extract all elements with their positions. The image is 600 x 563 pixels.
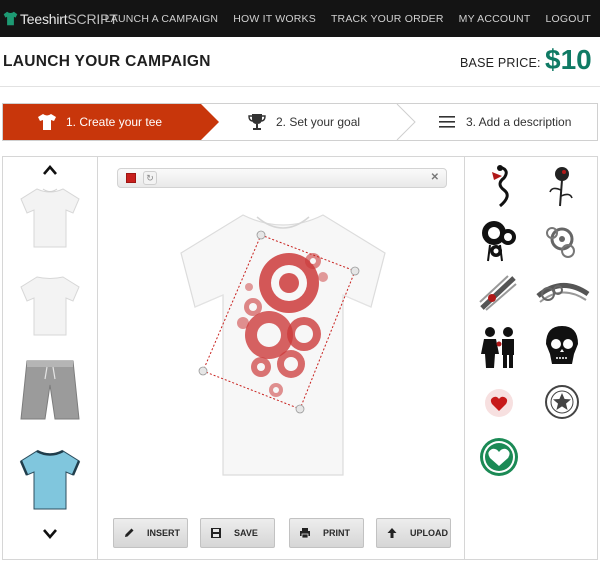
- step-create-tee[interactable]: 1. Create your tee: [3, 104, 221, 140]
- star-badge-icon: [545, 385, 579, 419]
- art-skull[interactable]: [532, 322, 590, 372]
- rotate-icon[interactable]: ↻: [143, 171, 157, 185]
- art-dragon[interactable]: [470, 162, 528, 212]
- wings-icon: [479, 275, 517, 311]
- color-picker-swatch[interactable]: [126, 173, 136, 183]
- top-navbar: TeeshirtSCRIPT LAUNCH A CAMPAIGN HOW IT …: [0, 0, 600, 37]
- save-button[interactable]: SAVE: [200, 518, 275, 548]
- campaign-steps: 1. Create your tee 2. Set your goal 3. A…: [2, 103, 598, 141]
- step-add-description[interactable]: 3. Add a description: [437, 104, 597, 140]
- step-label: 3. Add a description: [466, 115, 572, 129]
- resize-handle[interactable]: [256, 230, 266, 240]
- artwork-gallery: [466, 157, 597, 559]
- product-selector: [3, 157, 98, 559]
- art-circles[interactable]: [470, 215, 528, 265]
- resize-handle[interactable]: [350, 266, 360, 276]
- insert-label: INSERT: [147, 528, 181, 538]
- upload-button[interactable]: UPLOAD: [376, 518, 451, 548]
- designer-panel: ↻ ✕ INSERT SAVE PRINT UPLOAD: [2, 156, 598, 560]
- step-label: 1. Create your tee: [66, 115, 163, 129]
- floppy-icon: [211, 528, 221, 538]
- product-thumb-white-tee-front[interactable]: [17, 181, 83, 253]
- scroll-down-icon[interactable]: [41, 527, 59, 541]
- upload-arrow-icon: [387, 528, 397, 538]
- base-price-label: BASE PRICE:: [460, 56, 541, 70]
- heart-icon: [485, 389, 513, 417]
- print-label: PRINT: [323, 528, 350, 538]
- nav-launch-campaign[interactable]: LAUNCH A CAMPAIGN: [105, 13, 218, 25]
- title-bar: LAUNCH YOUR CAMPAIGN BASE PRICE: $10: [0, 37, 600, 87]
- trophy-icon: [248, 114, 266, 130]
- list-icon: [439, 116, 455, 128]
- rose-icon: [549, 167, 573, 207]
- close-icon[interactable]: ✕: [431, 172, 439, 183]
- scroll-up-icon[interactable]: [41, 163, 59, 177]
- resize-handle[interactable]: [198, 366, 208, 376]
- art-winged-circles[interactable]: [532, 268, 590, 318]
- base-price-value: $10: [545, 44, 592, 75]
- main-nav: LAUNCH A CAMPAIGN HOW IT WORKS TRACK YOU…: [90, 0, 591, 37]
- resize-handle[interactable]: [295, 404, 305, 414]
- art-green-heart[interactable]: [470, 432, 528, 482]
- tshirt-preview: [180, 214, 386, 476]
- green-heart-icon: [480, 438, 518, 476]
- art-star-badge[interactable]: [532, 377, 590, 427]
- page-title: LAUNCH YOUR CAMPAIGN: [3, 53, 211, 70]
- nav-how-it-works[interactable]: HOW IT WORKS: [233, 13, 316, 25]
- pencil-icon: [125, 528, 134, 537]
- upload-label: UPLOAD: [410, 528, 448, 538]
- product-thumb-grey-shorts[interactable]: [17, 355, 83, 427]
- step-set-goal[interactable]: 2. Set your goal: [247, 104, 397, 140]
- tshirt-logo-icon: [3, 11, 18, 26]
- circles-icon: [482, 221, 516, 262]
- step-separator: [396, 104, 416, 140]
- art-wings[interactable]: [470, 268, 528, 318]
- step-label: 2. Set your goal: [276, 115, 361, 129]
- nav-my-account[interactable]: MY ACCOUNT: [459, 13, 531, 25]
- design-canvas: ↻ ✕ INSERT SAVE PRINT UPLOAD: [99, 157, 465, 559]
- tshirt-icon: [38, 114, 56, 130]
- dragon-icon: [492, 165, 509, 208]
- couple-icon: [481, 327, 514, 368]
- nav-track-order[interactable]: TRACK YOUR ORDER: [331, 13, 444, 25]
- print-button[interactable]: PRINT: [289, 518, 364, 548]
- design-toolbar: ↻ ✕: [117, 168, 447, 188]
- art-couple[interactable]: [470, 322, 528, 372]
- skull-icon: [546, 326, 578, 364]
- winged-circles-icon: [536, 283, 590, 303]
- gears-icon: [546, 227, 575, 258]
- product-thumb-blue-ringer-tee[interactable]: [17, 443, 83, 515]
- printer-icon: [300, 528, 310, 539]
- art-rose[interactable]: [532, 162, 590, 212]
- canvas-actions: INSERT SAVE PRINT UPLOAD: [113, 518, 453, 548]
- insert-button[interactable]: INSERT: [113, 518, 188, 548]
- save-label: SAVE: [234, 528, 258, 538]
- product-thumb-white-tee-back[interactable]: [17, 269, 83, 341]
- art-heart[interactable]: [470, 377, 528, 427]
- nav-logout[interactable]: LOGOUT: [545, 13, 591, 25]
- art-gears[interactable]: [532, 215, 590, 265]
